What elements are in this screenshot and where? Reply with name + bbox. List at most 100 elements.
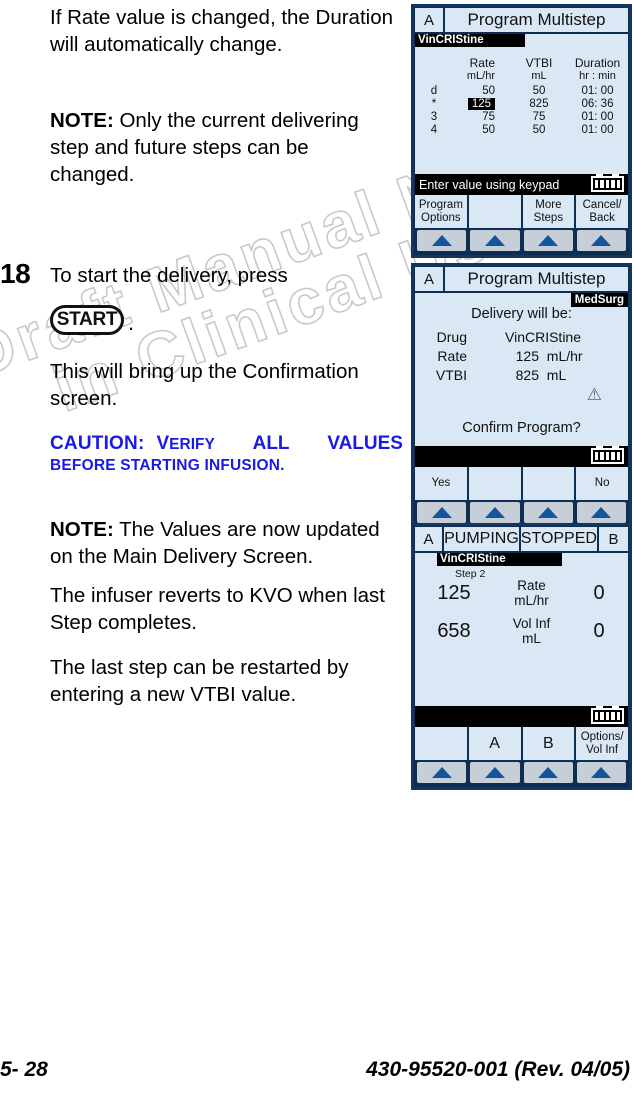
- caution-label: CAUTION:: [50, 433, 145, 454]
- confirm-row-vtbi: VTBI 825 mL: [415, 366, 628, 385]
- row-rate[interactable]: 75: [453, 110, 511, 123]
- triangle-up-icon: [591, 235, 612, 246]
- confirm-row-rate: Rate 125 mL/hr: [415, 347, 628, 366]
- softkey-arrow-2[interactable]: [470, 502, 520, 523]
- softkey-blank-2[interactable]: [468, 195, 523, 228]
- triangle-up-icon: [484, 235, 505, 246]
- battery-icon: [591, 446, 624, 464]
- confirm-value-vtbi: 825: [515, 367, 539, 383]
- softkey-channel-a[interactable]: A: [468, 727, 523, 760]
- screen1-titlebar: A Program Multistep: [415, 8, 628, 34]
- battery-icon: [591, 174, 624, 192]
- caution-word-v: V: [156, 433, 170, 454]
- screen1-channel-label: A: [415, 8, 445, 32]
- triangle-up-icon: [538, 507, 559, 518]
- table-row[interactable]: 4 50 50 01: 00: [415, 123, 628, 136]
- softkey-arrow-4[interactable]: [576, 230, 626, 251]
- rate-label: Rate mL/hr: [514, 578, 549, 608]
- screen1-status-text: Enter value using keypad: [419, 177, 560, 192]
- softkey-arrow-2[interactable]: [470, 230, 520, 251]
- softkey-arrow-4[interactable]: [576, 502, 626, 523]
- instruction-text-column: If Rate value is changed, the Duration w…: [0, 0, 404, 1010]
- vol-inf-label: Vol Inf mL: [512, 616, 551, 646]
- softkey-channel-b[interactable]: B: [522, 727, 577, 760]
- confirm-unit-rate: mL/hr: [546, 348, 583, 364]
- caution-word-erify: ERIFY: [169, 436, 215, 453]
- warning-triangle-icon: ⚠: [586, 385, 602, 404]
- caution-line-2: BEFORE STARTING INFUSION.: [50, 457, 285, 474]
- row-label: 3: [430, 110, 438, 123]
- screen1-softkey-row: Program Options More Steps Cancel/ Back: [415, 195, 628, 228]
- vol-inf-value-b: 0: [593, 619, 605, 642]
- triangle-up-icon: [538, 767, 559, 778]
- screen3-arrow-row: [415, 760, 628, 786]
- softkey-arrow-3[interactable]: [523, 502, 573, 523]
- row-vtbi[interactable]: 75: [511, 110, 567, 123]
- softkey-arrow-1[interactable]: [417, 502, 467, 523]
- screen2-title: Program Multistep: [467, 269, 606, 288]
- screen1-arrow-row: [415, 228, 628, 254]
- header-vtbi-units: mL: [531, 70, 547, 82]
- softkey-more-steps[interactable]: More Steps: [522, 195, 577, 228]
- softkey-yes[interactable]: Yes: [415, 467, 469, 500]
- triangle-up-icon: [431, 507, 452, 518]
- softkey-arrow-2[interactable]: [470, 762, 520, 783]
- softkey-blank-1[interactable]: [415, 727, 469, 760]
- screen3-channel-b-label: B: [608, 530, 619, 548]
- paragraph-rate-change: If Rate value is changed, the Duration w…: [50, 6, 394, 56]
- softkey-blank-3[interactable]: [522, 467, 577, 500]
- caution-word-values: VALUES: [327, 433, 403, 454]
- row-vtbi[interactable]: 50: [511, 84, 567, 97]
- screen2-titlebar: A Program Multistep: [415, 267, 628, 293]
- row-duration[interactable]: 06: 36: [567, 97, 628, 110]
- row-duration[interactable]: 01: 00: [567, 84, 628, 97]
- table-header-row-2: mL/hr mL hr : min: [415, 70, 628, 84]
- note-current-step: NOTE: Only the current delivering step a…: [50, 107, 395, 188]
- softkey-program-options[interactable]: Program Options: [415, 195, 469, 228]
- triangle-up-icon: [591, 507, 612, 518]
- paragraph-kvo-revert: The infuser reverts to KVO when last Ste…: [50, 584, 385, 634]
- confirm-value-drug: VinCRIStine: [505, 329, 582, 345]
- caution-block: CAUTION: VERIFY ALL VALUES BEFORE STARTI…: [50, 433, 403, 475]
- row-vtbi[interactable]: 50: [511, 123, 567, 136]
- confirm-key-vtbi: VTBI: [435, 367, 467, 383]
- softkey-cancel-back[interactable]: Cancel/ Back: [576, 195, 628, 228]
- screen1-title: Program Multistep: [467, 10, 606, 29]
- confirm-key-drug: Drug: [436, 329, 467, 345]
- screen3-status-bar: [415, 706, 628, 727]
- triangle-up-icon: [484, 507, 505, 518]
- softkey-no[interactable]: No: [576, 467, 628, 500]
- softkey-arrow-3[interactable]: [523, 230, 573, 251]
- softkey-blank-2[interactable]: [468, 467, 523, 500]
- screen2-channel-label: A: [415, 267, 445, 291]
- triangle-up-icon: [484, 767, 505, 778]
- triangle-up-icon: [431, 767, 452, 778]
- paragraph-restart-last-step: The last step can be restarted by enteri…: [50, 656, 349, 706]
- softkey-arrow-1[interactable]: [417, 762, 467, 783]
- softkey-options-vol-inf[interactable]: Options/ Vol Inf: [576, 727, 628, 760]
- row-rate[interactable]: 50: [453, 84, 511, 97]
- row-rate-highlighted[interactable]: 125: [467, 97, 495, 110]
- header-rate: Rate: [469, 56, 495, 70]
- table-row[interactable]: d 50 50 01: 00: [415, 84, 628, 97]
- device-screen-confirm-program: A Program Multistep MedSurg Delivery wil…: [411, 263, 632, 530]
- row-duration[interactable]: 01: 00: [567, 123, 628, 136]
- device-screen-main-delivery: A PUMPING STOPPED B VinCRIStine Step 2 1…: [411, 523, 632, 790]
- row-vtbi[interactable]: 825: [511, 97, 567, 110]
- confirm-values-list: Drug VinCRIStine Rate 125 mL/hr VTBI 825…: [415, 328, 628, 385]
- table-row-selected[interactable]: * 125 825 06: 36: [415, 97, 628, 110]
- delivery-row-rate: 125 Rate mL/hr 0: [415, 578, 628, 608]
- softkey-arrow-1[interactable]: [417, 230, 467, 251]
- table-row[interactable]: 3 75 75 01: 00: [415, 110, 628, 123]
- softkey-arrow-4[interactable]: [576, 762, 626, 783]
- row-duration[interactable]: 01: 00: [567, 110, 628, 123]
- triangle-up-icon: [538, 235, 559, 246]
- softkey-arrow-3[interactable]: [523, 762, 573, 783]
- paragraph-confirmation-screen: This will bring up the Confirmation scre…: [50, 360, 359, 410]
- multistep-table: Rate VTBI Duration mL/hr mL hr : min d 5…: [415, 56, 628, 136]
- triangle-up-icon: [591, 767, 612, 778]
- row-rate[interactable]: 50: [453, 123, 511, 136]
- header-duration-units: hr : min: [579, 70, 616, 82]
- screen3-softkey-row: A B Options/ Vol Inf: [415, 727, 628, 760]
- footer-document-number: 430-95520-001 (Rev. 04/05): [366, 1058, 630, 1081]
